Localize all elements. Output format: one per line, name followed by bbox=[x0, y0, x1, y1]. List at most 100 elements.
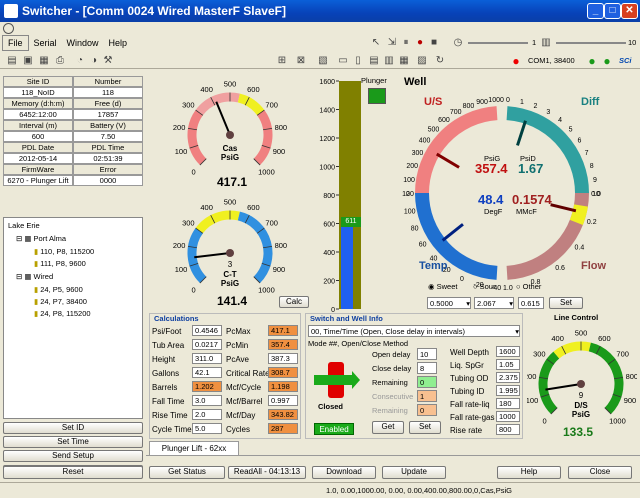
refresh-icon[interactable]: ↻ bbox=[434, 55, 446, 67]
mdi-icon[interactable] bbox=[3, 23, 14, 34]
calc-button[interactable]: Calc bbox=[279, 296, 309, 308]
tree-item[interactable]: ▮ 24, P7, 38400 bbox=[34, 297, 87, 306]
enabled-badge: Enabled bbox=[314, 423, 354, 435]
mode-select[interactable]: 00, Time/Time (Open, Close delay in inte… bbox=[308, 325, 520, 337]
bar-tick-label: 200 bbox=[323, 279, 335, 286]
chart-view-icon[interactable]: ▨ bbox=[416, 55, 428, 67]
graph-icon-2[interactable]: ⊠ bbox=[295, 55, 307, 67]
scale-slider[interactable] bbox=[556, 42, 626, 44]
minimize-button[interactable]: _ bbox=[587, 3, 604, 19]
well-info-value[interactable]: 800 bbox=[496, 424, 520, 435]
tubing-select[interactable]: 2.067 ▾ bbox=[474, 297, 514, 309]
spgr-select[interactable]: 0.5000 ▾ bbox=[427, 297, 471, 309]
chart-icon[interactable]: ▥ bbox=[540, 37, 552, 49]
gauge-tick-label: 1000 bbox=[609, 416, 626, 425]
record-icon[interactable]: ● bbox=[414, 37, 426, 49]
tree-group-wired[interactable]: ⊟ ▦ Wired bbox=[16, 272, 53, 281]
close-button[interactable]: Close bbox=[568, 466, 632, 479]
view-icon-5[interactable]: ▦ bbox=[398, 55, 410, 67]
tree-root[interactable]: Lake Erie bbox=[8, 221, 40, 230]
number-field[interactable]: 118 bbox=[73, 87, 143, 98]
tree-group-port-alma[interactable]: ⊟ ▦ Port Alma bbox=[16, 234, 66, 243]
new-file-icon[interactable]: ▤ bbox=[6, 55, 18, 67]
us-tick-label: 300 bbox=[412, 150, 424, 157]
well-info-value[interactable]: 1.995 bbox=[496, 385, 520, 396]
tree-item[interactable]: ▮ 24, P5, 9600 bbox=[34, 285, 83, 294]
view-icon-3[interactable]: ▤ bbox=[368, 55, 380, 67]
calc-label: Tub Area bbox=[152, 341, 185, 350]
save-icon[interactable]: ▦ bbox=[38, 55, 50, 67]
menu-help[interactable]: Help bbox=[104, 36, 133, 50]
gauge-unit: PsiG bbox=[572, 410, 590, 419]
gauge-band bbox=[538, 351, 560, 415]
close-delay-field[interactable]: 8 bbox=[417, 362, 437, 374]
device-icon: ▮ bbox=[34, 309, 39, 318]
well-info-value[interactable]: 2.375 bbox=[496, 372, 520, 383]
tree-item[interactable]: ▮ 24, P8, 115200 bbox=[34, 309, 91, 318]
maximize-button[interactable]: □ bbox=[604, 3, 621, 19]
set-id-button[interactable]: Set ID bbox=[3, 422, 143, 434]
open-folder-icon[interactable]: ▣ bbox=[22, 55, 34, 67]
well-info-value[interactable]: 180 bbox=[496, 398, 520, 409]
stop-icon[interactable]: ■ bbox=[428, 37, 440, 49]
well-info-value[interactable]: 1000 bbox=[496, 411, 520, 422]
well-info-row: Well Depth 1600 bbox=[450, 346, 522, 358]
help-button[interactable]: Help bbox=[497, 466, 561, 479]
send-setup-button[interactable]: Send Setup bbox=[3, 450, 143, 462]
view-icon-1[interactable]: ▭ bbox=[337, 55, 349, 67]
cursor-icon[interactable]: ↖ bbox=[370, 37, 382, 49]
gas-set-button[interactable]: Set bbox=[549, 297, 583, 309]
hammer-icon[interactable]: ⚒ bbox=[102, 55, 114, 67]
line-control-gauge: 0 100 200 300 400 500 600 700 800 900 1000 9D/SPsiG bbox=[527, 329, 637, 426]
print-icon[interactable]: ⎙ bbox=[54, 55, 66, 67]
gauge-tick-label: 500 bbox=[575, 329, 588, 338]
well-info-value[interactable]: 1.05 bbox=[496, 359, 520, 370]
gauge-tick-label: 300 bbox=[533, 350, 546, 359]
diff-tick-label: 8 bbox=[590, 163, 594, 170]
gauge-tick-label: 200 bbox=[173, 123, 186, 132]
tab-plunger-lift[interactable]: Plunger Lift - 62xx bbox=[149, 441, 239, 455]
other-radio[interactable]: ○ Other bbox=[516, 282, 541, 291]
menu-file[interactable]: File bbox=[2, 35, 29, 51]
set-button[interactable]: Set bbox=[409, 421, 441, 434]
close-window-button[interactable]: ✕ bbox=[621, 3, 638, 19]
speed-slider[interactable] bbox=[468, 42, 528, 44]
gauge-tick-label: 600 bbox=[247, 85, 260, 94]
tree-item[interactable]: ▮ 111, P8, 9600 bbox=[34, 259, 86, 268]
pause-icon[interactable]: ⏸ bbox=[400, 37, 412, 49]
gauge-icon[interactable]: ◑ bbox=[88, 55, 100, 67]
clock-icon[interactable]: ◔ bbox=[74, 55, 86, 67]
gauge-tick-label: 100 bbox=[527, 396, 538, 405]
sour-radio[interactable]: ○ Sour bbox=[473, 282, 495, 291]
tree-item-label: 24, P5, 9600 bbox=[40, 285, 83, 294]
device-icon: ▮ bbox=[34, 259, 39, 268]
open-delay-field[interactable]: 10 bbox=[417, 348, 437, 360]
readall-button[interactable]: ReadAll - 04:13:13 bbox=[228, 466, 306, 479]
calc-value: 42.1 bbox=[192, 367, 222, 378]
get-button[interactable]: Get bbox=[372, 421, 404, 434]
tree-item-label: 110, P8, 115200 bbox=[40, 247, 95, 256]
download-button[interactable]: Download bbox=[312, 466, 376, 479]
get-status-button[interactable]: Get Status bbox=[149, 466, 225, 479]
view-icon-2[interactable]: ▯ bbox=[352, 55, 364, 67]
consecutive-field[interactable]: 1 bbox=[417, 390, 437, 402]
timer-icon[interactable]: ◷ bbox=[452, 37, 464, 49]
graph-icon-3[interactable]: ▧ bbox=[317, 55, 329, 67]
set-time-button[interactable]: Set Time bbox=[3, 436, 143, 448]
graph-icon-1[interactable]: ⊞ bbox=[276, 55, 288, 67]
sweet-radio[interactable]: ◉ Sweet bbox=[428, 282, 458, 291]
gauge-tick-label: 1000 bbox=[258, 167, 275, 176]
interval-field[interactable]: 600 bbox=[3, 131, 73, 142]
zoom-out-icon[interactable]: ⇲ bbox=[386, 37, 398, 49]
tree-item[interactable]: ▮ 110, P8, 115200 bbox=[34, 247, 94, 256]
calc-value: 0.0217 bbox=[192, 339, 222, 350]
menu-serial[interactable]: Serial bbox=[29, 36, 62, 50]
reset-bottom-placeholder[interactable]: Reset bbox=[3, 466, 143, 479]
site-id-field[interactable]: 118_NoID bbox=[3, 87, 73, 98]
well-info-value[interactable]: 1600 bbox=[496, 346, 520, 357]
menu-window[interactable]: Window bbox=[62, 36, 104, 50]
gas-value-field[interactable]: 0.615 bbox=[518, 297, 544, 309]
view-icon-4[interactable]: ▥ bbox=[383, 55, 395, 67]
update-button[interactable]: Update bbox=[382, 466, 446, 479]
tree-item-label: 111, P8, 9600 bbox=[40, 259, 86, 268]
